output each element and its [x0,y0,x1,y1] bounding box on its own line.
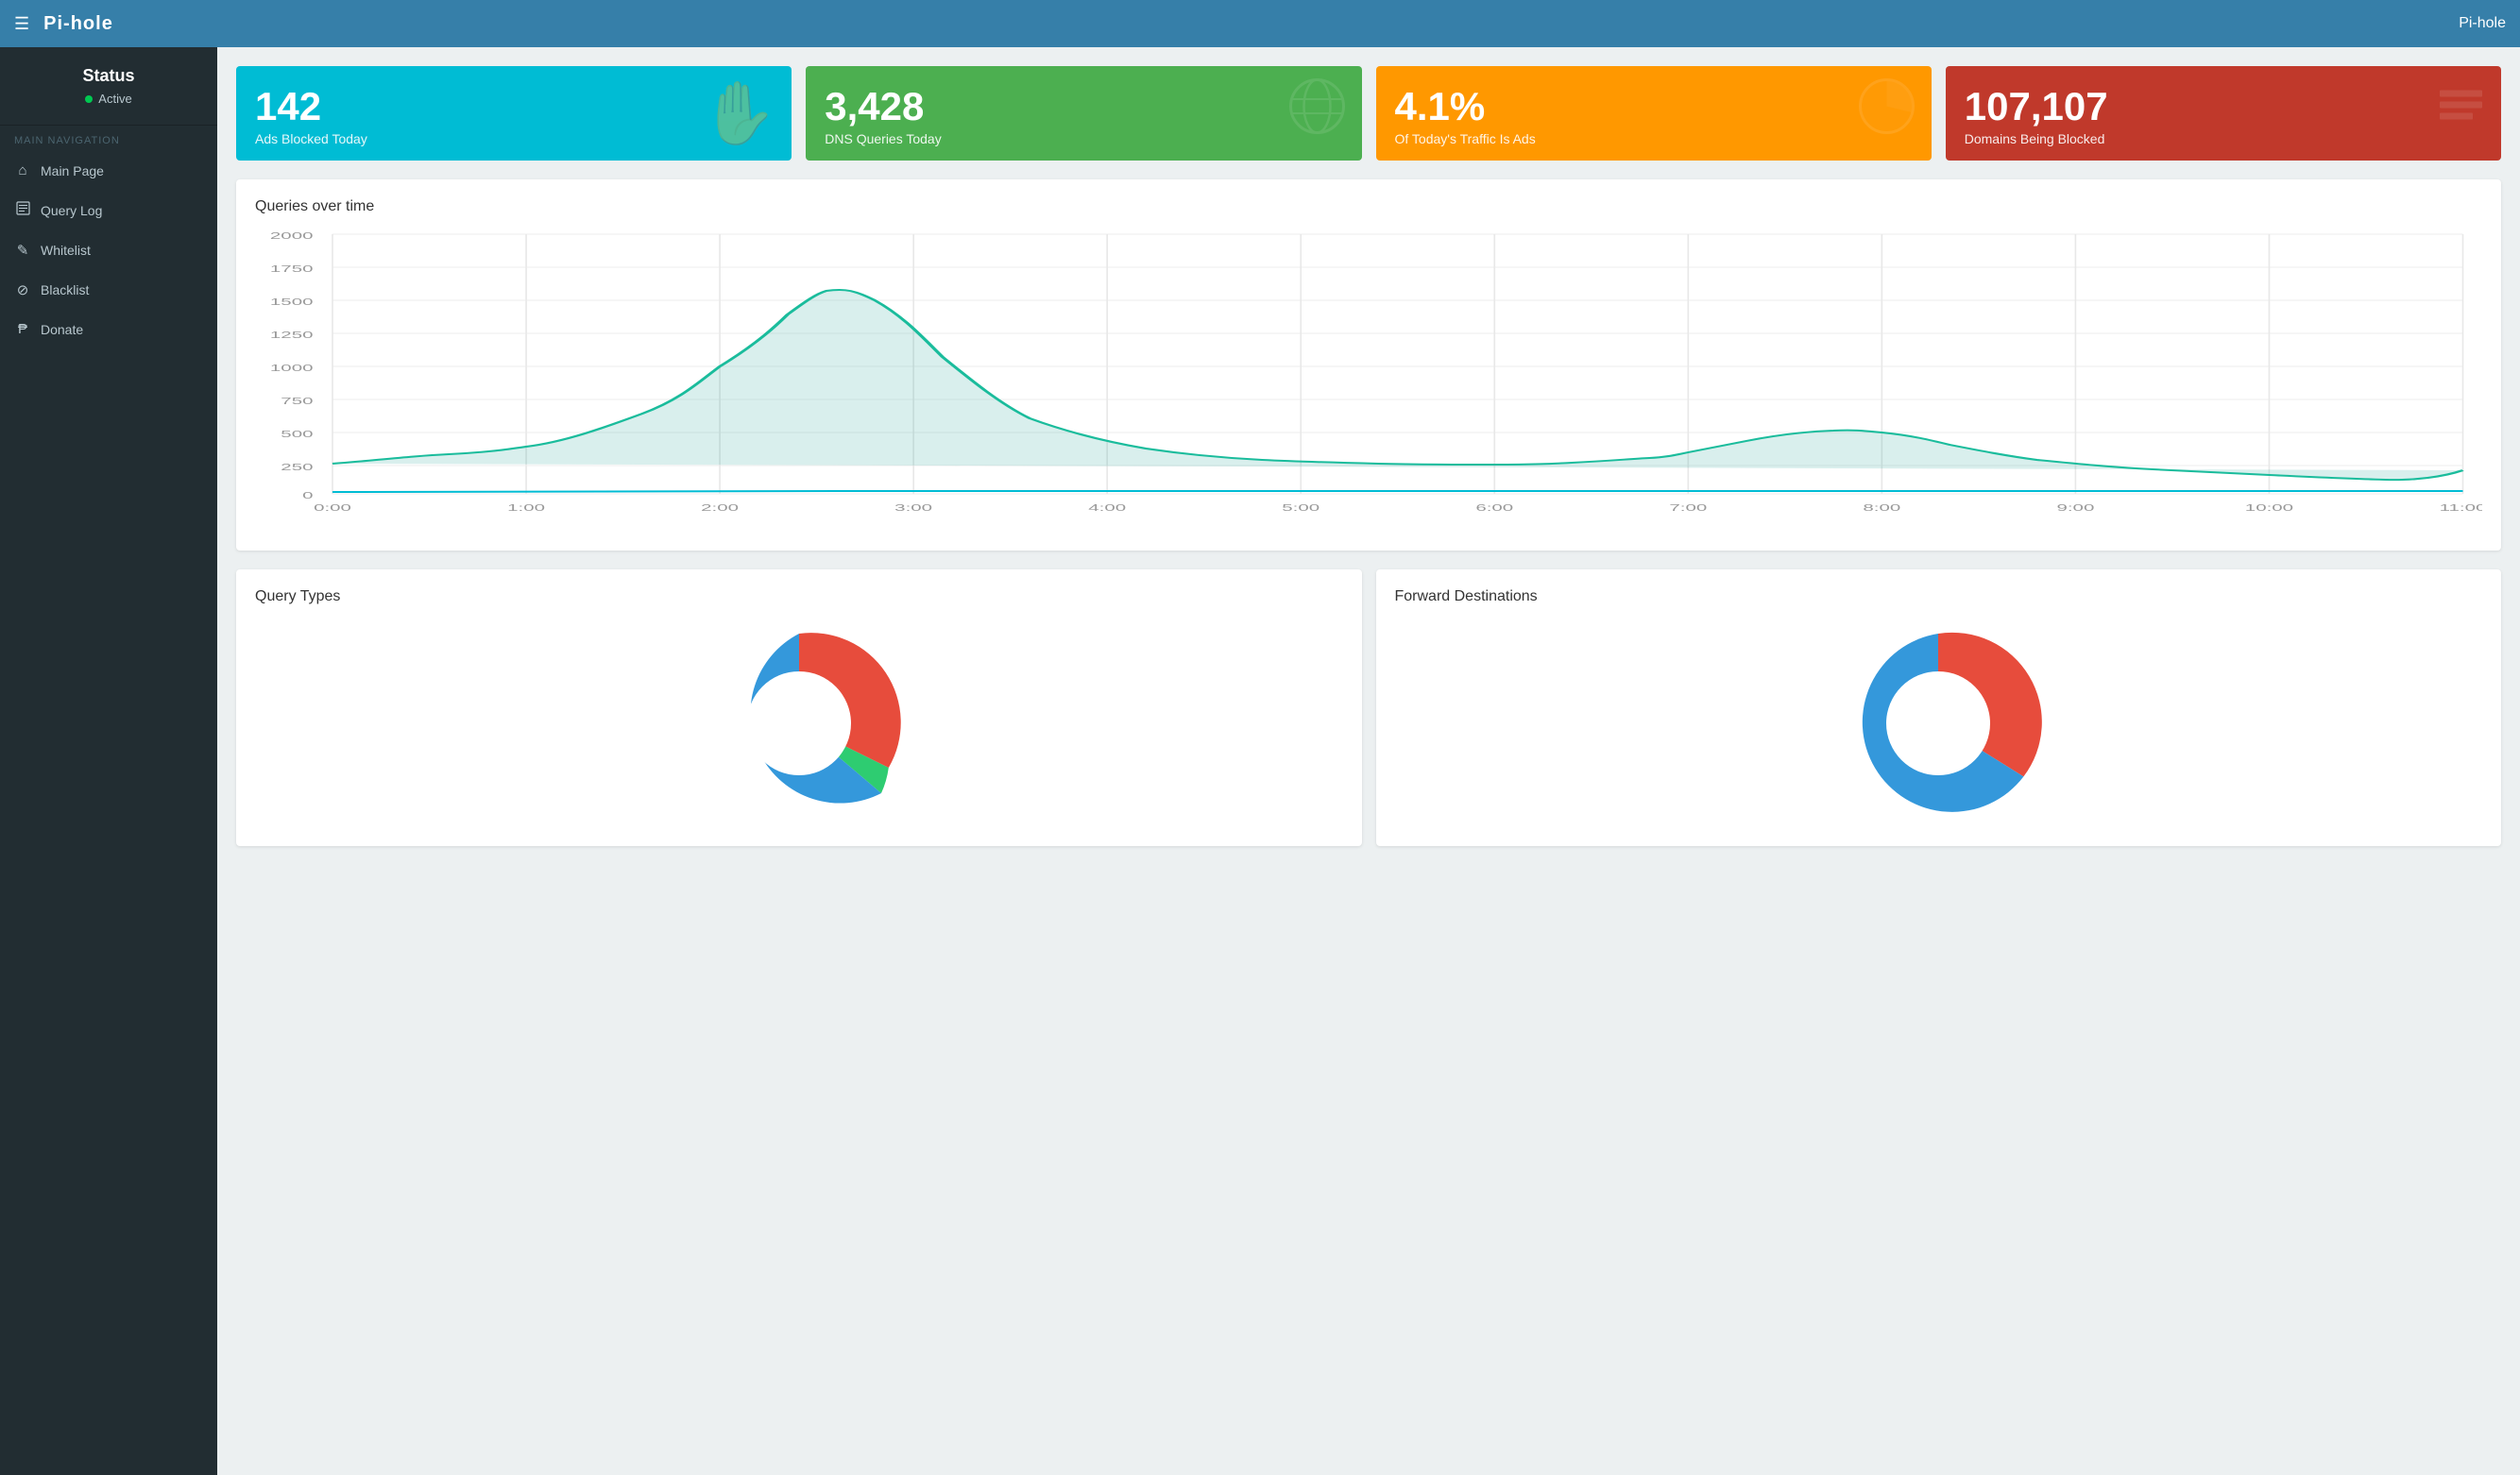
app-header: ☰ Pi-hole Pi-hole [0,0,2520,47]
svg-text:3:00: 3:00 [894,502,932,513]
sidebar-item-blacklist[interactable]: ⊘ Blacklist [0,270,217,310]
sidebar-label-whitelist: Whitelist [41,243,91,258]
queries-chart-title: Queries over time [255,198,2482,215]
whitelist-icon: ✎ [14,242,31,259]
query-types-title: Query Types [255,588,1343,605]
svg-text:1:00: 1:00 [507,502,545,513]
queries-over-time-section: Queries over time 2000 1750 1500 1250 10… [236,179,2501,551]
sidebar-item-main-page[interactable]: ⌂ Main Page [0,151,217,190]
queries-chart: 2000 1750 1500 1250 1000 750 500 250 0 [255,229,2482,532]
brand-suffix: hole [71,13,113,34]
sidebar-label-blacklist: Blacklist [41,282,89,297]
svg-text:10:00: 10:00 [2245,502,2293,513]
svg-text:9:00: 9:00 [2056,502,2094,513]
svg-text:6:00: 6:00 [1475,502,1513,513]
svg-text:500: 500 [281,429,313,439]
bottom-charts-row: Query Types [236,569,2501,846]
status-title: Status [14,66,203,86]
traffic-ads-number: 4.1% [1395,87,1913,127]
svg-text:4:00: 4:00 [1088,502,1126,513]
dns-queries-label: DNS Queries Today [825,131,1342,146]
hamburger-menu[interactable]: ☰ [14,14,29,34]
status-dot [85,95,93,103]
brand-prefix: Pi- [43,13,71,34]
svg-text:8:00: 8:00 [1863,502,1900,513]
sidebar-label-main-page: Main Page [41,163,104,178]
domains-blocked-number: 107,107 [1965,87,2482,127]
forward-destinations-title: Forward Destinations [1395,588,2483,605]
forward-destinations-panel: Forward Destinations [1376,569,2502,846]
status-section: Status Active [0,47,217,126]
svg-text:250: 250 [281,462,313,472]
traffic-ads-label: Of Today's Traffic Is Ads [1395,131,1913,146]
stats-row: ✋ 142 Ads Blocked Today 3,428 DNS Querie… [236,66,2501,161]
svg-text:1000: 1000 [270,363,314,373]
brand-logo: Pi-hole [43,13,113,35]
main-content: ✋ 142 Ads Blocked Today 3,428 DNS Querie… [217,47,2520,1475]
svg-text:0: 0 [302,490,313,500]
stat-card-domains-blocked: 107,107 Domains Being Blocked [1946,66,2501,161]
query-types-chart [255,619,1343,827]
blacklist-icon: ⊘ [14,281,31,298]
sidebar-label-donate: Donate [41,322,83,337]
stat-card-dns-queries: 3,428 DNS Queries Today [806,66,1361,161]
query-types-panel: Query Types [236,569,1362,846]
svg-text:7:00: 7:00 [1669,502,1707,513]
query-log-icon [14,201,31,219]
nav-section-label: MAIN NAVIGATION [0,126,217,151]
donate-icon: ₱ [14,321,31,337]
svg-text:1750: 1750 [270,263,314,274]
stat-card-traffic-ads: 4.1% Of Today's Traffic Is Ads [1376,66,1932,161]
sidebar-label-query-log: Query Log [41,203,102,218]
forward-destinations-chart [1395,619,2483,827]
domains-blocked-label: Domains Being Blocked [1965,131,2482,146]
header-right-text: Pi-hole [2459,15,2506,32]
status-badge: Active [14,92,203,106]
sidebar-item-query-log[interactable]: Query Log [0,190,217,230]
svg-text:2000: 2000 [270,230,314,241]
sidebar-item-donate[interactable]: ₱ Donate [0,310,217,348]
svg-text:5:00: 5:00 [1282,502,1320,513]
ads-blocked-number: 142 [255,87,773,127]
sidebar-nav: ⌂ Main Page Query Log [0,151,217,348]
svg-text:750: 750 [281,396,313,406]
sidebar-item-whitelist[interactable]: ✎ Whitelist [0,230,217,270]
svg-text:1250: 1250 [270,330,314,340]
dns-queries-number: 3,428 [825,87,1342,127]
svg-text:0:00: 0:00 [314,502,351,513]
ads-blocked-label: Ads Blocked Today [255,131,773,146]
sidebar: Status Active MAIN NAVIGATION ⌂ Main Pag… [0,47,217,1475]
status-active-text: Active [98,92,131,106]
svg-text:11:00: 11:00 [2440,502,2482,513]
svg-text:1500: 1500 [270,297,314,307]
stat-card-ads-blocked: ✋ 142 Ads Blocked Today [236,66,792,161]
home-icon: ⌂ [14,162,31,178]
svg-text:2:00: 2:00 [701,502,739,513]
